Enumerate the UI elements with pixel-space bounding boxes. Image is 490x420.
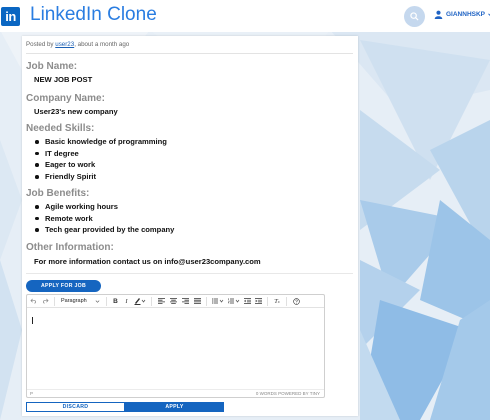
post-meta: Posted by user23, about a month ago xyxy=(26,41,130,48)
toolbar-separator xyxy=(267,296,268,306)
block-format-select[interactable]: Paragraph xyxy=(58,296,103,307)
top-navbar: in LinkedIn Clone GIANNHSKP xyxy=(0,0,490,32)
list-item: IT degree xyxy=(34,148,167,160)
word-count: 0 WORDS POWERED BY TINY xyxy=(255,391,320,396)
user-icon xyxy=(434,10,443,19)
editor-toolbar: Paragraph B I T x xyxy=(27,295,324,308)
job-benefits-heading: Job Benefits: xyxy=(26,188,90,199)
list-item: Tech gear provided by the company xyxy=(34,224,174,236)
company-name-heading: Company Name: xyxy=(26,93,105,104)
divider xyxy=(26,53,353,54)
needed-skills-heading: Needed Skills: xyxy=(26,123,95,134)
author-link[interactable]: user23 xyxy=(55,41,74,48)
benefits-list: Agile working hours Remote work Tech gea… xyxy=(34,201,174,236)
apply-for-job-button[interactable]: APPLY FOR JOB xyxy=(26,280,101,292)
toolbar-separator xyxy=(54,296,55,306)
element-path[interactable]: P xyxy=(30,391,33,396)
apply-button[interactable]: APPLY xyxy=(125,402,224,412)
divider xyxy=(26,273,353,274)
toolbar-separator xyxy=(106,296,107,306)
discard-button[interactable]: DISCARD xyxy=(26,402,125,412)
text-color-icon[interactable] xyxy=(132,296,148,307)
skills-list: Basic knowledge of programming IT degree… xyxy=(34,136,167,182)
bullet-list-icon[interactable] xyxy=(210,296,226,307)
app-title[interactable]: LinkedIn Clone xyxy=(30,4,157,26)
outdent-icon[interactable] xyxy=(242,296,253,307)
redo-icon[interactable] xyxy=(39,296,51,307)
list-item: Friendly Spirit xyxy=(34,171,167,183)
toolbar-separator xyxy=(206,296,207,306)
toolbar-separator xyxy=(286,296,287,306)
chevron-down-icon xyxy=(95,299,100,303)
undo-icon[interactable] xyxy=(27,296,39,307)
align-left-icon[interactable] xyxy=(155,296,167,307)
linkedin-logo[interactable]: in xyxy=(1,7,20,26)
search-button[interactable] xyxy=(404,6,425,27)
username: GIANNHSKP xyxy=(446,11,486,18)
other-info-value: For more information contact us on info@… xyxy=(34,257,261,266)
list-item: Eager to work xyxy=(34,159,167,171)
company-name-value: User23's new company xyxy=(34,107,118,116)
user-menu[interactable]: GIANNHSKP xyxy=(434,10,490,19)
list-item: Agile working hours xyxy=(34,201,174,213)
text-cursor[interactable] xyxy=(32,317,33,324)
search-icon xyxy=(410,12,419,21)
align-center-icon[interactable] xyxy=(167,296,179,307)
list-item: Remote work xyxy=(34,213,174,225)
job-name-heading: Job Name: xyxy=(26,61,78,72)
cover-letter-editor: Paragraph B I T x P 0 WORDS POWERED BY T… xyxy=(26,294,325,398)
help-icon[interactable] xyxy=(290,296,302,307)
indent-icon[interactable] xyxy=(253,296,264,307)
other-info-heading: Other Information: xyxy=(26,242,114,253)
align-right-icon[interactable] xyxy=(179,296,191,307)
editor-statusbar: P 0 WORDS POWERED BY TINY xyxy=(27,389,324,397)
toolbar-separator xyxy=(151,296,152,306)
numbered-list-icon[interactable] xyxy=(226,296,242,307)
list-item: Basic knowledge of programming xyxy=(34,136,167,148)
italic-icon[interactable]: I xyxy=(121,296,132,307)
align-justify-icon[interactable] xyxy=(191,296,203,307)
job-post-card: Posted by user23, about a month ago Job … xyxy=(22,36,358,416)
clear-formatting-icon[interactable]: Tx xyxy=(271,296,283,307)
bold-icon[interactable]: B xyxy=(110,296,121,307)
job-name-value: NEW JOB POST xyxy=(34,75,93,84)
